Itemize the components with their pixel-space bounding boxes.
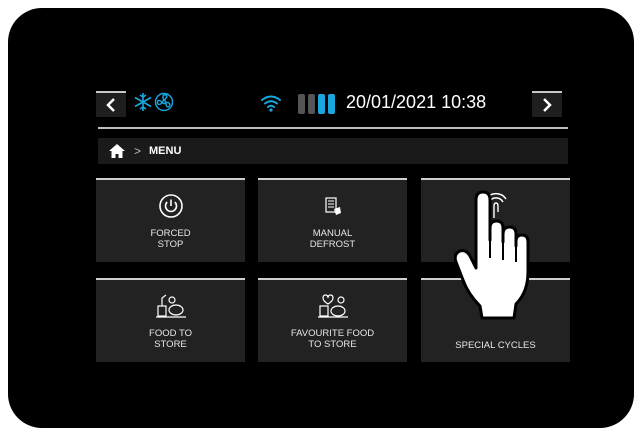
pointing-hand-icon: [454, 190, 530, 320]
food-icon: [155, 294, 186, 318]
indicator-bar: [318, 94, 325, 114]
next-button[interactable]: [532, 91, 562, 117]
indicator-bar: [308, 94, 315, 114]
tile-label: MANUAL: [312, 228, 353, 239]
breadcrumb: > MENU: [98, 138, 568, 164]
level-indicator: [298, 94, 335, 114]
header-divider: [98, 127, 568, 129]
tile-label: DEFROST: [309, 239, 356, 250]
previous-button[interactable]: [96, 91, 126, 117]
defrost-icon: [324, 197, 341, 215]
favourite-food-icon: [317, 294, 348, 318]
power-icon: [158, 194, 183, 218]
indicator-bar: [328, 94, 335, 114]
manual-defrost-button[interactable]: MANUAL DEFROST: [258, 178, 407, 262]
breadcrumb-current: MENU: [149, 145, 182, 157]
indicator-bar: [298, 94, 305, 114]
forced-stop-button[interactable]: FORCED STOP: [96, 178, 245, 262]
wifi-icon: [261, 95, 281, 112]
device-frame: 20/01/2021 10:38 > MENU FORCED STOP MANU…: [8, 8, 634, 428]
tile-label: TO STORE: [308, 339, 357, 350]
tile-label: FORCED: [150, 228, 191, 239]
touch-screen: 20/01/2021 10:38 > MENU FORCED STOP MANU…: [90, 86, 574, 386]
chevron-right-icon: [543, 98, 552, 112]
home-icon[interactable]: [108, 143, 126, 159]
tile-label: FOOD TO: [149, 328, 192, 339]
breadcrumb-separator: >: [134, 144, 142, 158]
chevron-left-icon: [106, 98, 115, 112]
top-bar: 20/01/2021 10:38: [90, 86, 574, 124]
tile-label: STORE: [154, 339, 187, 350]
tile-label: FAVOURITE FOOD: [290, 328, 375, 339]
fan-icon: [154, 92, 174, 112]
tile-label: STOP: [157, 239, 184, 250]
tile-label: SPECIAL CYCLES: [455, 340, 536, 351]
date-time: 20/01/2021 10:38: [346, 92, 487, 112]
favourite-food-to-store-button[interactable]: FAVOURITE FOOD TO STORE: [258, 278, 407, 362]
snowflake-icon: [134, 93, 152, 111]
food-to-store-button[interactable]: FOOD TO STORE: [96, 278, 245, 362]
